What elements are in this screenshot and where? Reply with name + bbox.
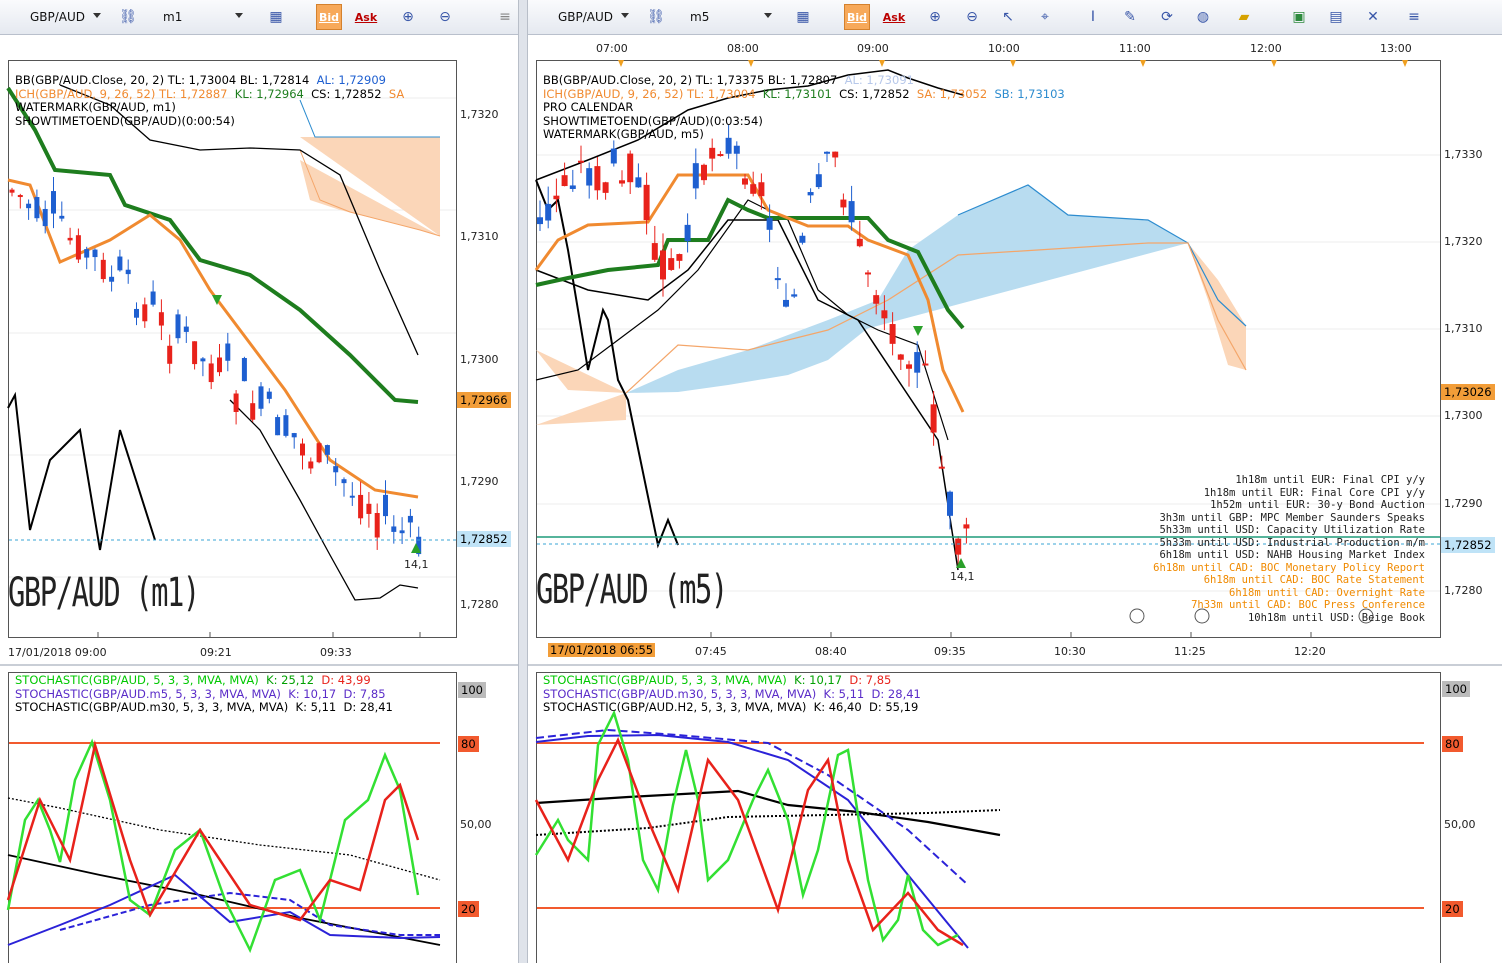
- stoch-legend: STOCHASTIC(GBP/AUD.m30, 5, 3, 3, MVA, MV…: [15, 700, 289, 714]
- stoch-level: 20: [1442, 901, 1463, 917]
- stoch-level: 50,00: [1444, 818, 1476, 831]
- stoch-k: K: 10,17: [288, 686, 337, 701]
- chart-window-m5[interactable]: GBP/AUD ⛓ m5 ▦ Bid Ask ⊕ ⊖ ↖ ⌖ I ✎ ⟳ ◍ ▰…: [528, 0, 1502, 963]
- stoch-d: D: 28,41: [343, 700, 393, 714]
- stoch-k: K: 10,17: [794, 673, 843, 687]
- stoch-d: D: 43,99: [321, 673, 371, 687]
- stoch-h2-k: [535, 789, 1001, 837]
- stoch-k-line: [6, 738, 420, 954]
- stoch-level: 20: [458, 901, 479, 917]
- stoch-d: D: 7,85: [849, 673, 892, 687]
- splitter[interactable]: [518, 0, 528, 963]
- stoch-d: D: 7,85: [343, 686, 386, 701]
- stoch-d-line: [6, 740, 420, 922]
- stoch-level: 100: [1442, 681, 1470, 697]
- stochastic-legend: STOCHASTIC(GBP/AUD, 5, 3, 3, MVA, MVA) K…: [543, 673, 921, 715]
- stoch-k: K: 5,11: [295, 700, 337, 714]
- stochastic-chart-m5: [534, 709, 1424, 949]
- stoch-k: K: 46,40: [813, 700, 862, 714]
- stochastic-legend: STOCHASTIC(GBP/AUD, 5, 3, 3, MVA, MVA) K…: [15, 673, 393, 715]
- stoch-legend: STOCHASTIC(GBP/AUD, 5, 3, 3, MVA, MVA): [15, 673, 259, 687]
- stoch-m30-d: [535, 728, 969, 886]
- chart-window-m1[interactable]: GBP/AUD ⛓ m1 ▦ Bid Ask ⊕ ⊖ ≡ BB(GBP/AUD.…: [0, 0, 518, 963]
- stochastic-chart-m1: [6, 738, 441, 954]
- stoch-k: K: 25,12: [266, 673, 315, 687]
- stoch-d: D: 55,19: [868, 700, 919, 714]
- stoch-level: 50,00: [460, 818, 492, 831]
- stoch-legend: STOCHASTIC(GBP/AUD, 5, 3, 3, MVA, MVA): [543, 673, 787, 687]
- stoch-d: D: 28,41: [871, 686, 921, 701]
- stoch-k: K: 5,11: [823, 686, 865, 701]
- stoch-legend: STOCHASTIC(GBP/AUD.H2, 5, 3, 3, MVA, MVA…: [543, 700, 807, 714]
- stoch-legend: STOCHASTIC(GBP/AUD.m30, 5, 3, 3, MVA, MV…: [543, 686, 817, 701]
- stoch-level: 80: [458, 736, 479, 752]
- stoch-m5-d: [59, 891, 440, 936]
- stoch-legend: STOCHASTIC(GBP/AUD.m5, 5, 3, 3, MVA, MVA…: [15, 686, 281, 701]
- stoch-level: 100: [458, 682, 486, 698]
- stoch-m5-k: [7, 873, 441, 946]
- stoch-level: 80: [1442, 736, 1463, 752]
